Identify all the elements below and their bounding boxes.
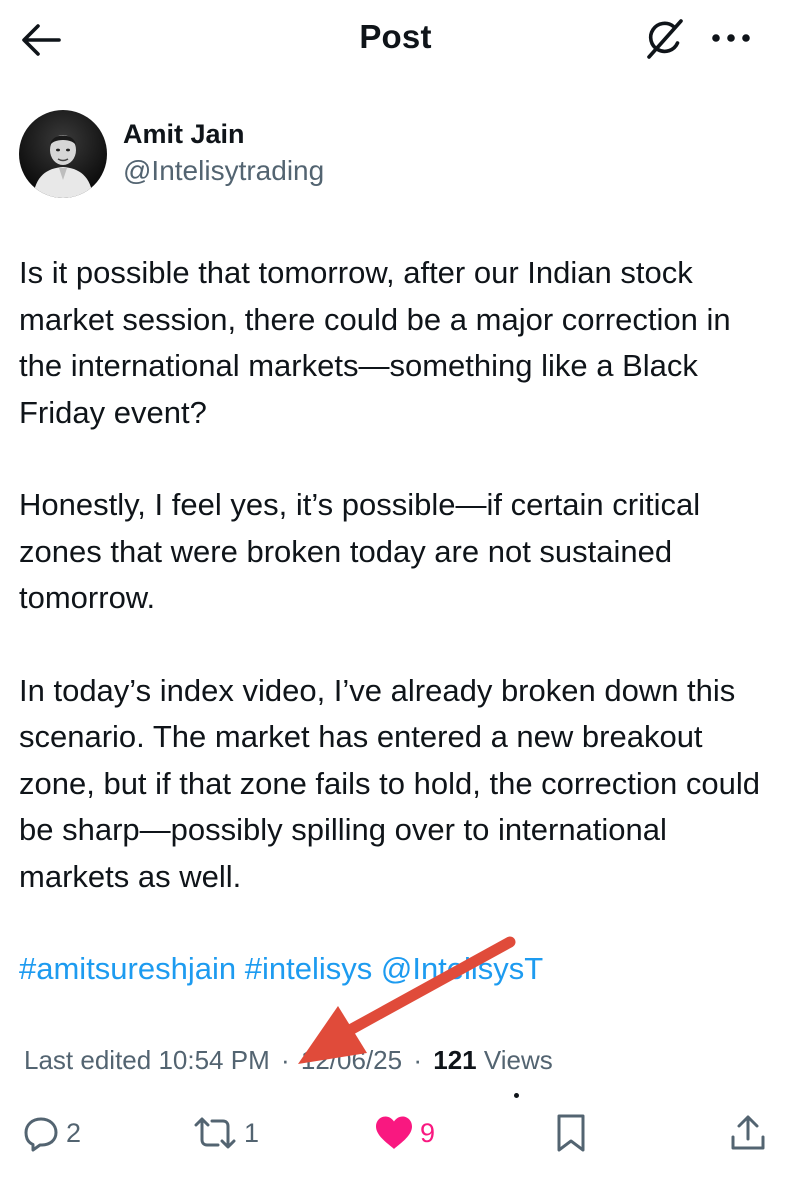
scroll-indicator (514, 1093, 519, 1098)
like-count: 9 (420, 1117, 436, 1148)
reply-icon (24, 1117, 58, 1152)
like-button[interactable]: 9 (374, 1108, 435, 1158)
top-bar: Post (0, 0, 791, 80)
views-label[interactable]: Views (484, 1045, 553, 1075)
share-button[interactable] (730, 1108, 766, 1158)
post-paragraph: Honestly, I feel yes, it’s possible—if c… (19, 487, 701, 615)
reply-button[interactable]: 2 (22, 1108, 81, 1158)
post-paragraph: In today’s index video, I’ve already bro… (19, 672, 761, 894)
heart-filled-icon (376, 1116, 412, 1149)
share-icon (731, 1115, 765, 1150)
hashtag-link[interactable]: #amitsureshjain (19, 951, 236, 986)
bookmark-button[interactable] (555, 1108, 587, 1158)
repost-icon (194, 1117, 236, 1149)
repost-count: 1 (244, 1117, 260, 1148)
grok-icon (647, 19, 683, 59)
grok-button[interactable] (640, 16, 690, 62)
hashtag-link[interactable]: #intelisys (245, 951, 373, 986)
views-count[interactable]: 121 (433, 1045, 476, 1075)
post-hashtags: #amitsureshjain #intelisys @IntelisysT (19, 946, 779, 993)
post-time: 10:54 PM (158, 1045, 270, 1075)
post-meta: Last edited 10:54 PM · 12/06/25 · 121 Vi… (24, 1045, 553, 1076)
post-date: 12/06/25 (300, 1045, 403, 1075)
more-options-button[interactable] (706, 18, 756, 58)
bookmark-icon (557, 1114, 585, 1152)
author-handle[interactable]: @Intelisytrading (123, 155, 324, 187)
mention-link[interactable]: @IntelisysT (381, 951, 543, 986)
action-bar: 2 1 9 (0, 1108, 791, 1158)
reply-count: 2 (66, 1117, 82, 1148)
meta-separator: · (280, 1045, 290, 1075)
meta-separator: · (413, 1045, 423, 1075)
post-paragraph: Is it possible that tomorrow, after our … (19, 255, 731, 430)
profile-photo (19, 110, 107, 198)
repost-button[interactable]: 1 (192, 1108, 259, 1158)
author-name[interactable]: Amit Jain (123, 119, 245, 150)
edited-label[interactable]: Last edited (24, 1045, 151, 1075)
more-horizontal-icon (712, 34, 750, 42)
post-detail-screen: Post Amit Jain @Intelisytrading Is it po… (0, 0, 791, 1191)
post-text: Is it possible that tomorrow, after our … (19, 250, 779, 993)
avatar[interactable] (19, 110, 107, 198)
